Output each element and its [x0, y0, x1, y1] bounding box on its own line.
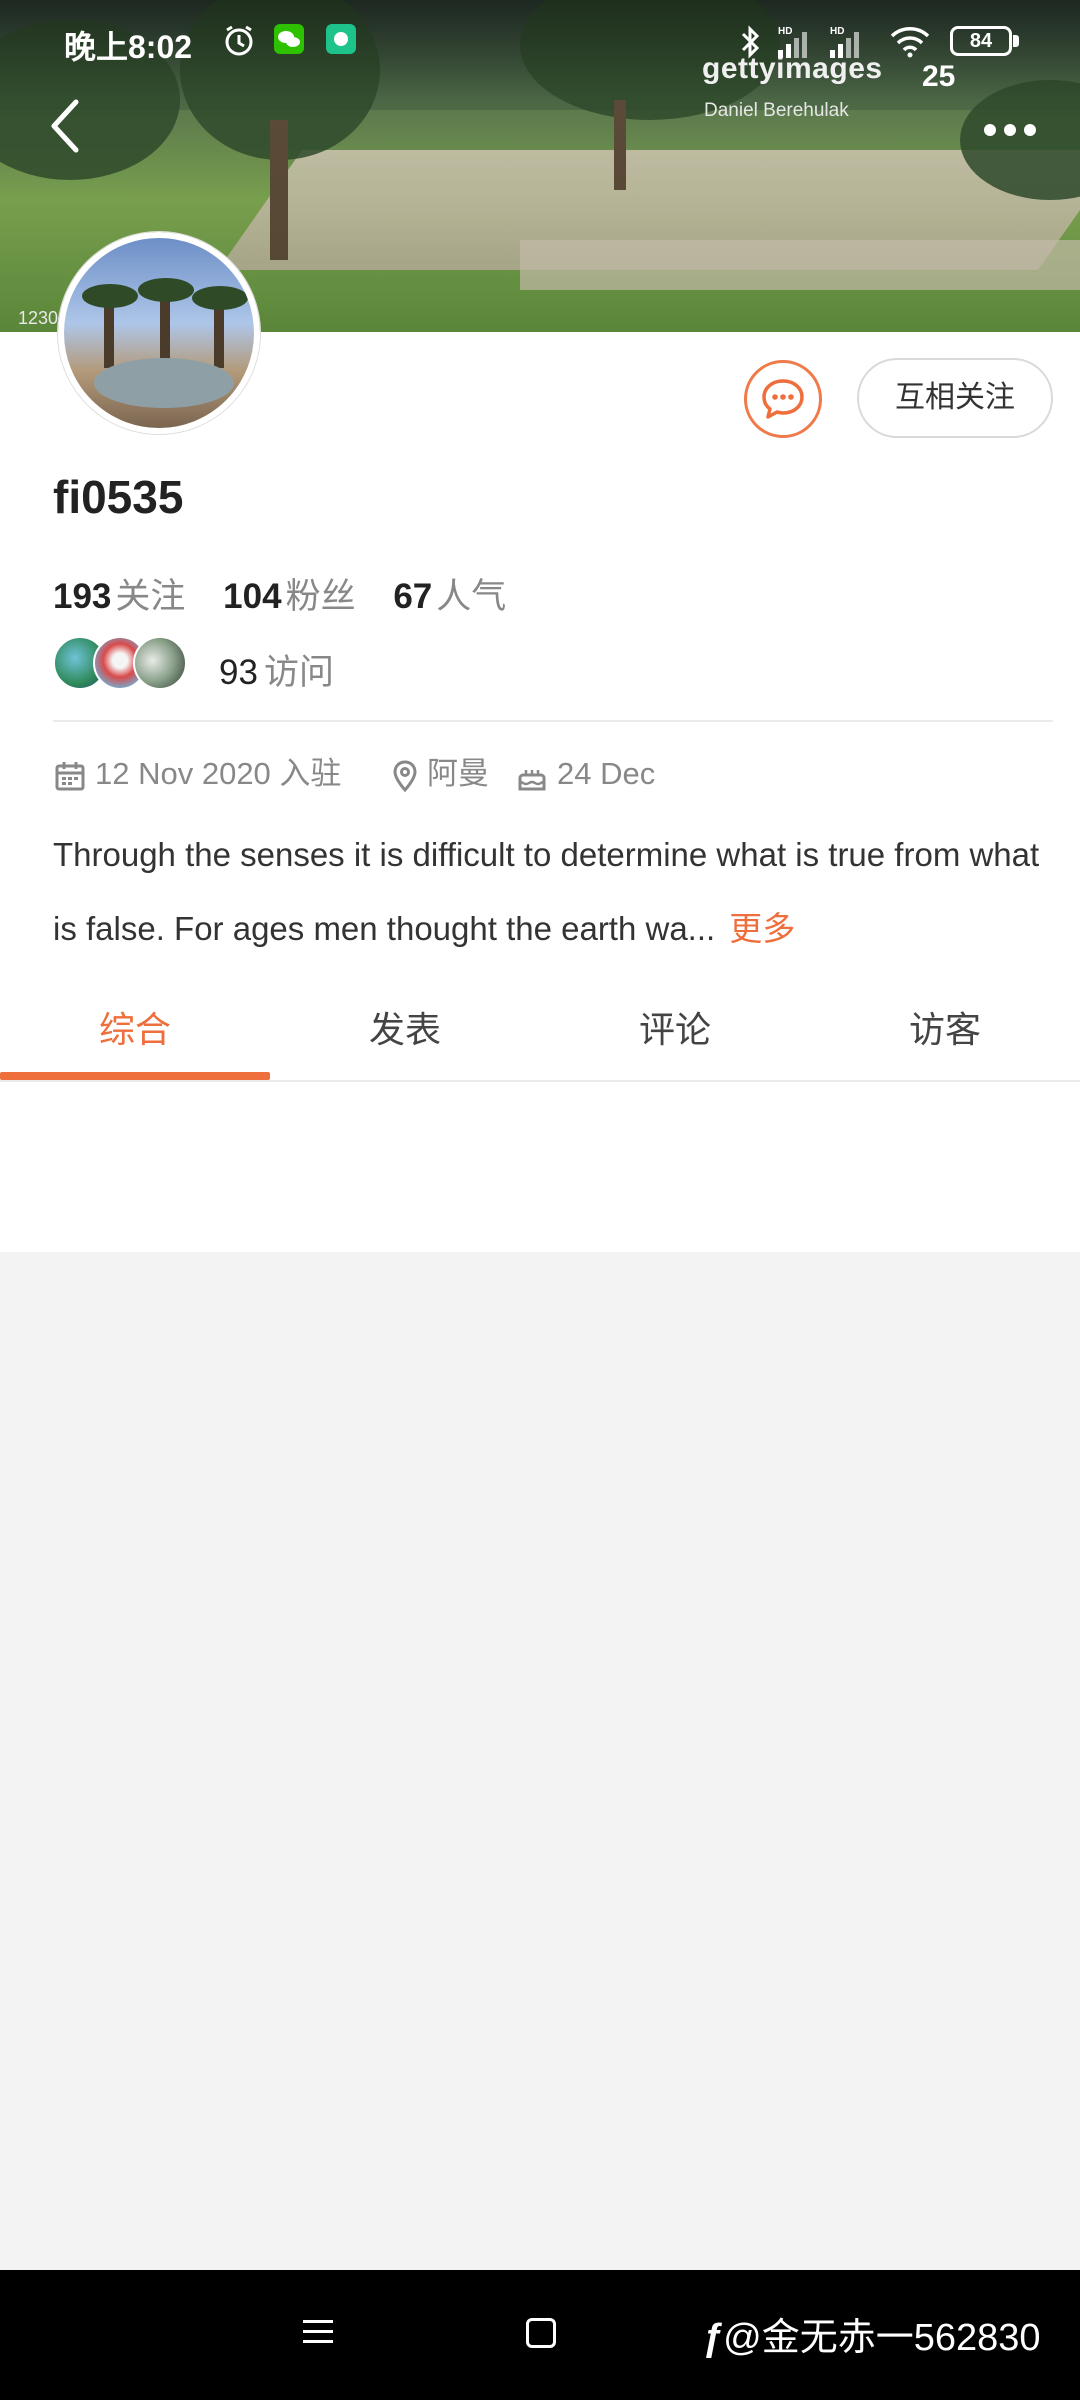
message-button[interactable] — [744, 360, 822, 438]
menu-line — [303, 2320, 333, 2323]
visitor-avatar — [133, 636, 187, 690]
active-tab-indicator — [0, 1072, 270, 1080]
chat-bubble-icon — [762, 379, 804, 419]
avatar-frond — [192, 286, 248, 310]
tab-visitors[interactable]: 访客 — [810, 992, 1080, 1080]
banner-photo-number: 1230 — [18, 308, 59, 328]
svg-text:HD: HD — [830, 26, 844, 37]
stat-popularity[interactable]: 67 人气 — [393, 577, 534, 616]
svg-text:HD: HD — [778, 26, 792, 37]
profile-stats: 193 关注 104 粉丝 67 人气 — [53, 568, 534, 619]
more-options-button[interactable] — [980, 116, 1040, 140]
signal-hd-icon: HD — [774, 24, 816, 68]
avatar-frond — [82, 284, 138, 308]
signal-hd-icon: HD — [826, 24, 868, 68]
nav-home-button[interactable] — [526, 2318, 556, 2348]
stat-value: 104 — [223, 577, 282, 616]
profile-username: fi0535 — [53, 471, 184, 523]
nav-watermark: ƒ@金无赤一562830 — [702, 2306, 1041, 2361]
tab-posts[interactable]: 发表 — [270, 992, 540, 1080]
tab-content-area — [0, 1252, 1080, 2270]
avatar-frond — [138, 278, 194, 302]
stat-following[interactable]: 193 关注 — [53, 577, 213, 616]
stat-label: 人气 — [436, 577, 507, 616]
profile-tabs: 综合 发表 评论 访客 — [0, 992, 1080, 1082]
visit-label: 访问 — [263, 653, 334, 692]
menu-line — [303, 2330, 333, 2333]
status-bar: 晚上8:02 HD HD 84 — [0, 0, 1080, 84]
stat-followers[interactable]: 104 粉丝 — [223, 577, 383, 616]
back-arrow-icon — [51, 99, 79, 153]
location: 阿曼 — [391, 752, 489, 796]
tab-comments[interactable]: 评论 — [540, 992, 810, 1080]
back-button[interactable] — [44, 96, 88, 156]
more-dots-icon — [1024, 124, 1036, 136]
birthday-text: 24 Dec — [557, 756, 656, 791]
location-pin-icon — [393, 760, 417, 793]
profile-bio: Through the senses it is difficult to de… — [53, 818, 1063, 966]
stat-label: 粉丝 — [285, 577, 356, 616]
location-text: 阿曼 — [427, 756, 489, 791]
stat-value: 67 — [393, 577, 433, 616]
wifi-icon — [888, 24, 932, 66]
birthday: 24 Dec — [515, 752, 655, 796]
bio-more-link[interactable]: 更多 — [729, 910, 795, 947]
menu-line — [303, 2340, 333, 2343]
system-nav-bar: ƒ@金无赤一562830 — [0, 2270, 1080, 2400]
weibo-logo-icon: ƒ — [702, 2317, 724, 2359]
wechat-icon — [274, 24, 304, 62]
avatar-pool — [94, 358, 234, 408]
joined-text: 12 Nov 2020 入驻 — [95, 756, 342, 791]
more-dots-icon — [984, 124, 996, 136]
nav-watermark-text: @金无赤一562830 — [723, 2317, 1041, 2359]
section-divider — [53, 720, 1053, 722]
mutual-follow-button[interactable]: 互相关注 — [857, 358, 1053, 438]
alarm-icon — [222, 24, 256, 66]
nav-menu-button[interactable] — [303, 2318, 333, 2346]
bluetooth-icon — [740, 24, 762, 68]
visit-value: 93 — [219, 653, 258, 692]
bio-text: Through the senses it is difficult to de… — [53, 836, 1040, 947]
stat-label: 关注 — [115, 577, 186, 616]
banner-watermark-credit: Daniel Berehulak — [704, 100, 849, 121]
tab-overview[interactable]: 综合 — [0, 992, 270, 1080]
calendar-icon — [55, 761, 85, 791]
avatar[interactable] — [58, 232, 260, 434]
battery-tip — [1013, 35, 1019, 47]
birthday-cake-icon — [518, 769, 546, 791]
more-dots-icon — [1004, 124, 1016, 136]
app-notification-icon — [326, 24, 356, 62]
status-time: 晚上8:02 — [64, 29, 193, 65]
stat-value: 193 — [53, 577, 112, 616]
visit-count: 93 访问 — [219, 644, 334, 695]
battery-icon: 84 — [950, 26, 1012, 56]
joined-date: 12 Nov 2020 入驻 — [53, 752, 341, 796]
